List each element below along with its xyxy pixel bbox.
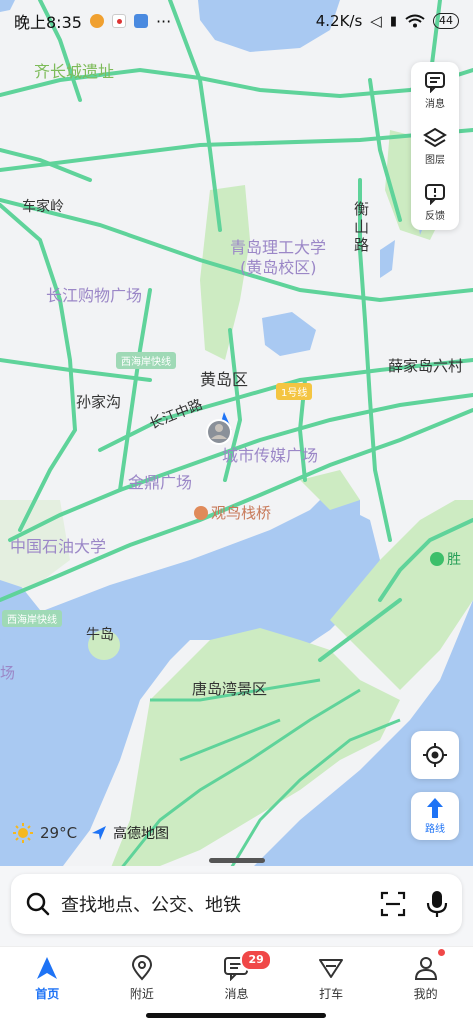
map-label-petroleum-univ[interactable]: 中国石油大学 [10, 533, 106, 557]
poi-marker-icon [430, 552, 444, 566]
app-notification-icon [133, 14, 148, 28]
messages-tool-button[interactable]: 消息 [424, 71, 446, 110]
feedback-tool-label: 反馈 [425, 210, 445, 222]
map-label-field[interactable]: 场 [0, 662, 15, 683]
home-navigation-icon [37, 957, 58, 979]
map-label-university-campus[interactable]: (黄岛校区) [240, 254, 317, 278]
brand-name: 高德地图 [113, 826, 170, 842]
locate-crosshair-icon [423, 743, 447, 767]
battery-indicator: 44 [433, 13, 459, 29]
map-label-hengshan-road: 衡山路 [354, 200, 370, 254]
status-time: 晚上8:35 [14, 13, 82, 32]
map-label-qichangcheng[interactable]: 齐长城遗址 [34, 58, 114, 82]
map-label-tangdao[interactable]: 唐岛湾景区 [192, 678, 267, 699]
map-label-jinding[interactable]: 金鼎广场 [128, 469, 192, 493]
amap-logo-icon [92, 826, 107, 840]
map-label-sunjiagou[interactable]: 孙家沟 [76, 391, 121, 412]
map-label-media-plaza[interactable]: 城市传媒广场 [222, 442, 318, 466]
map-label-chejialing[interactable]: 车家岭 [22, 196, 64, 216]
layers-tool-label: 图层 [425, 154, 445, 166]
network-speed: 4.2K/s [315, 12, 363, 30]
map-label-expressway-b: 西海岸快线 [2, 610, 62, 627]
map-poi-guanniao[interactable]: 观鸟栈桥 [194, 502, 271, 523]
feedback-icon [425, 183, 445, 205]
route-arrow-icon [427, 798, 443, 818]
nav-home[interactable]: 首页 [7, 947, 87, 1024]
current-location-marker[interactable] [202, 412, 236, 446]
poi-pin-icon [194, 505, 208, 520]
map-label-xuejiadao[interactable]: 薛家岛六村 [388, 355, 463, 376]
messages-tool-label: 消息 [425, 98, 445, 110]
status-bar: 晚上8:35 ··· 4.2K/s ◁ ▮ 44 [0, 0, 473, 42]
user-icon [414, 957, 437, 980]
nav-nearby-label: 附近 [129, 987, 154, 1001]
scan-icon[interactable] [380, 891, 406, 917]
map-poi-sheng[interactable]: 胜 [430, 549, 461, 569]
temperature: 29°C [40, 824, 78, 842]
map-label-sheng: 胜 [447, 552, 461, 568]
nav-profile-label: 我的 [413, 987, 438, 1001]
map-label-guanniao: 观鸟栈桥 [211, 504, 272, 522]
nav-messages-label: 消息 [224, 987, 249, 1001]
map-label-expressway-a: 西海岸快线 [116, 352, 176, 369]
search-input[interactable]: 查找地点、公交、地铁 [61, 891, 380, 917]
search-icon [26, 892, 50, 916]
notification-app-icon [111, 14, 126, 28]
sun-icon [13, 823, 33, 843]
map-label-metro-line: 1号线 [276, 383, 313, 400]
route-button-label: 路线 [425, 824, 445, 835]
nav-profile[interactable]: 我的 [386, 947, 466, 1024]
locate-button[interactable] [411, 731, 459, 779]
home-indicator[interactable] [146, 1013, 326, 1018]
microphone-icon[interactable] [426, 890, 448, 918]
wifi-icon [405, 14, 425, 28]
search-panel: 查找地点、公交、地铁 [0, 866, 473, 950]
status-more: ··· [155, 11, 172, 31]
map-label-changjiang-mall[interactable]: 长江购物广场 [46, 282, 142, 306]
search-bar[interactable]: 查找地点、公交、地铁 [11, 874, 462, 934]
nav-taxi-label: 打车 [319, 987, 344, 1001]
layers-tool-button[interactable]: 图层 [423, 127, 447, 166]
location-avatar-icon [206, 412, 232, 445]
messages-badge: 29 [240, 949, 272, 971]
sim-icon: ▮ [389, 13, 397, 29]
weibo-icon [89, 14, 104, 28]
layers-icon [423, 127, 447, 147]
signal-icon: ◁ [370, 12, 382, 30]
profile-notification-dot [437, 949, 445, 956]
weather-info[interactable]: 29°C 高德地图 [12, 822, 169, 844]
route-button[interactable]: 路线 [411, 792, 459, 840]
map-label-niudao[interactable]: 牛岛 [86, 624, 114, 644]
map-label-huangdao-district[interactable]: 黄岛区 [200, 366, 248, 390]
nav-home-label: 首页 [35, 987, 60, 1001]
panel-drag-handle[interactable] [209, 858, 265, 863]
feedback-tool-button[interactable]: 反馈 [424, 183, 446, 222]
map-tools-panel: 消息 图层 反馈 [411, 62, 459, 230]
message-icon [425, 71, 445, 93]
location-pin-icon [131, 955, 152, 981]
taxi-icon [319, 959, 344, 978]
